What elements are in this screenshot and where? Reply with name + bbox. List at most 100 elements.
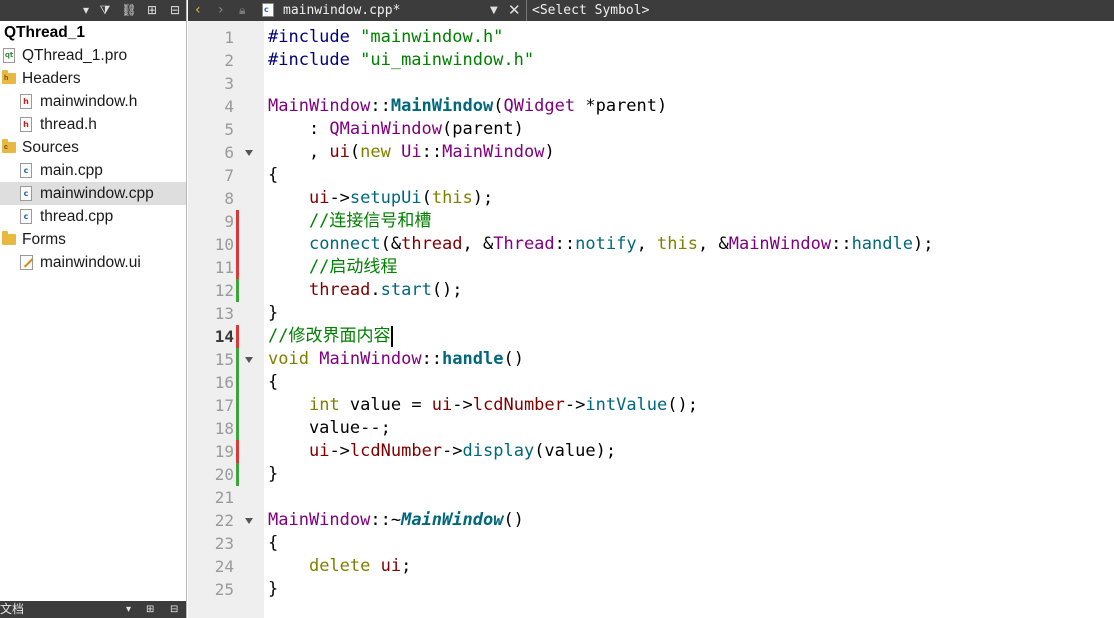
symbol-selector[interactable]: <Select Symbol> [532, 0, 649, 21]
panel-split-icon[interactable]: ⊞ [146, 601, 154, 618]
code-line[interactable]: value--; [268, 417, 391, 440]
split-icon[interactable]: ⊞ [143, 0, 161, 21]
code-token: QWidget [503, 96, 576, 116]
code-line[interactable]: delete ui; [268, 555, 411, 578]
code-token: } [268, 464, 279, 484]
project-pane-toolbar: ▾ ⧩ ⛓ ⊞ ⊟ [0, 0, 186, 21]
line-number: 12 [214, 281, 234, 300]
code-line[interactable]: } [268, 578, 278, 601]
code-line[interactable]: MainWindow::MainWindow(QWidget *parent) [268, 95, 667, 118]
view-dropdown-icon[interactable]: ▾ [80, 0, 92, 21]
code-token: . [370, 280, 381, 300]
link-with-editor-icon[interactable]: ⛓ [120, 0, 138, 21]
code-token: connect [308, 234, 381, 254]
code-token: } [268, 303, 279, 323]
tree-item-header-file[interactable]: h thread.h [0, 113, 186, 136]
code-token: this [657, 234, 698, 254]
bottom-panel-title: 文档 [0, 602, 25, 616]
code-line[interactable]: //连接信号和槽 [268, 210, 431, 233]
tree-item-headers-folder[interactable]: h Headers [0, 67, 186, 90]
navigate-back-icon[interactable]: ‹ [195, 0, 207, 21]
tree-item-source-file[interactable]: c thread.cpp [0, 205, 186, 228]
tree-item-sources-folder[interactable]: c Sources [0, 136, 186, 159]
code-token: , & [462, 234, 494, 254]
line-number: 25 [214, 580, 234, 599]
code-token: :: [421, 142, 443, 162]
code-token: parent [595, 96, 658, 116]
code-line[interactable]: //启动线程 [268, 256, 397, 279]
code-token: ; [401, 556, 412, 576]
tree-item-forms-folder[interactable]: Forms [0, 228, 186, 251]
code-line[interactable]: int value = ui->lcdNumber->intValue(); [268, 394, 698, 417]
code-token: int [308, 395, 340, 415]
code-token: QMainWindow [329, 119, 443, 139]
code-editor[interactable]: 1 2 3 4 5 6 7 8 9 10 11 12 13 14 15 16 17 18 19 20 21 22 23 24 2… [188, 21, 1114, 618]
code-line[interactable]: } [268, 463, 278, 486]
close-document-icon[interactable]: ✕ [508, 0, 522, 21]
tree-item-label: Headers [22, 70, 81, 87]
tree-item-source-file[interactable]: c main.cpp [0, 159, 186, 182]
code-token: { [268, 372, 279, 392]
code-token: , [636, 234, 658, 254]
code-token: MainWindow [268, 96, 371, 116]
open-file-selector[interactable]: mainwindow.cpp* [283, 0, 400, 21]
line-number: 17 [214, 396, 234, 415]
tree-item-pro-file[interactable]: qt QThread_1.pro [0, 44, 186, 67]
code-token: MainWindow [268, 510, 371, 530]
code-token: thread [401, 234, 463, 254]
panel-close-icon[interactable]: ⊟ [170, 601, 178, 618]
cpp-file-icon: c [262, 3, 274, 17]
tree-item-header-file[interactable]: h mainwindow.h [0, 90, 186, 113]
code-line[interactable]: } [268, 302, 278, 325]
code-line[interactable]: { [268, 532, 278, 555]
code-token: 连接信号和槽 [329, 211, 432, 231]
code-line[interactable]: //修改界面内容 [268, 325, 390, 348]
code-line[interactable]: : QMainWindow(parent) [268, 118, 524, 141]
code-line[interactable]: { [268, 164, 278, 187]
line-number: 1 [224, 28, 234, 47]
code-line[interactable]: thread.start(); [268, 279, 463, 302]
code-token: value = [339, 395, 432, 415]
code-token: (& [380, 234, 402, 254]
text-cursor [391, 326, 393, 347]
fold-arrow-icon[interactable] [245, 518, 253, 524]
code-line[interactable]: void MainWindow::handle() [268, 348, 524, 371]
navigate-forward-icon[interactable]: › [218, 0, 230, 21]
lock-icon: 🔒︎ [239, 3, 246, 17]
tree-item-project-root[interactable]: QThread_1 [0, 21, 186, 44]
file-dropdown-icon[interactable]: ▼ [490, 0, 502, 21]
tree-item-label: thread.h [40, 116, 97, 133]
tree-item-form-file[interactable]: mainwindow.ui [0, 251, 186, 274]
fold-arrow-icon[interactable] [245, 150, 253, 156]
close-pane-icon[interactable]: ⊟ [166, 0, 184, 21]
code-line[interactable]: { [268, 371, 278, 394]
code-line[interactable]: #include "mainwindow.h" [268, 26, 503, 49]
filter-icon[interactable]: ⧩ [97, 0, 113, 21]
code-token: { [268, 165, 279, 185]
panel-dropdown-icon[interactable]: ▾ [126, 601, 131, 618]
line-number: 19 [214, 442, 234, 461]
tree-item-label: Sources [22, 139, 79, 156]
code-line[interactable]: ui->setupUi(this); [268, 187, 493, 210]
line-number: 6 [224, 143, 234, 162]
fold-arrow-icon[interactable] [245, 357, 253, 363]
code-token: "ui_mainwindow.h" [360, 50, 535, 70]
code-token: () [503, 349, 524, 369]
line-number: 2 [224, 51, 234, 70]
code-line[interactable]: ui->lcdNumber->display(value); [268, 440, 616, 463]
code-token: value--; [268, 418, 391, 438]
code-line[interactable]: , ui(new Ui::MainWindow) [268, 141, 555, 164]
code-line[interactable]: MainWindow::~MainWindow() [268, 509, 524, 532]
modified-line-marker [236, 440, 239, 463]
tree-item-source-file-selected[interactable]: c mainwindow.cpp [0, 182, 186, 205]
code-token: :: [554, 234, 576, 254]
code-line[interactable]: connect(&thread, &Thread::notify, this, … [268, 233, 934, 256]
line-number: 16 [214, 373, 234, 392]
line-number: 7 [224, 166, 234, 185]
code-line[interactable]: #include "ui_mainwindow.h" [268, 49, 534, 72]
code-token: MainWindow [319, 349, 422, 369]
code-token: ) [657, 96, 668, 116]
